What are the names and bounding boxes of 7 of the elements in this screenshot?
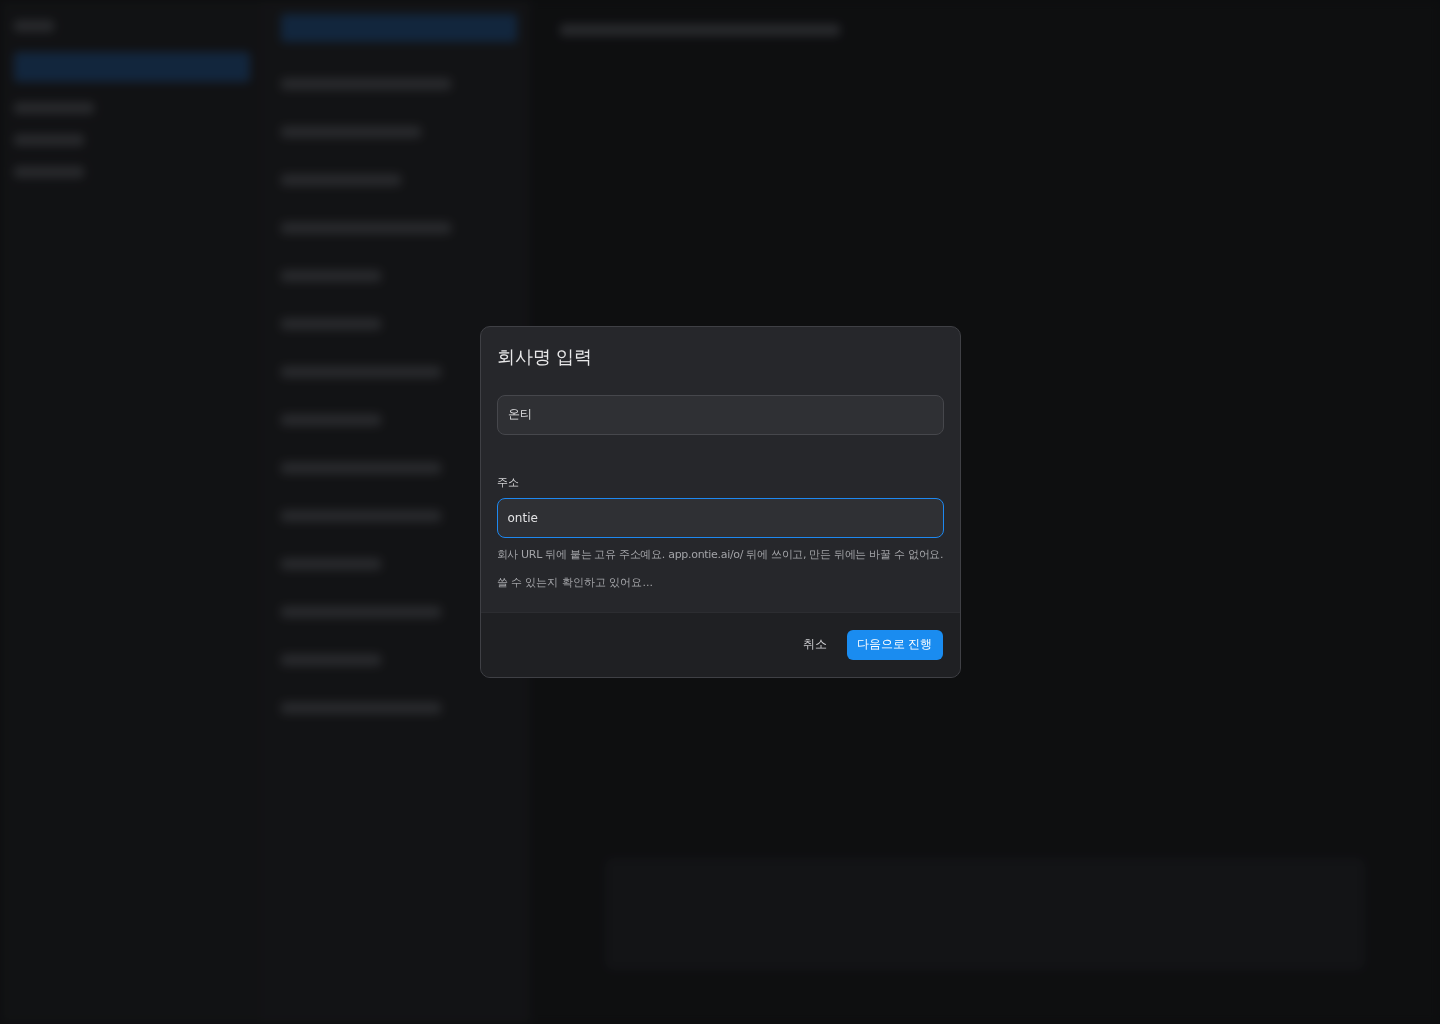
- address-field[interactable]: ontie: [496, 497, 944, 538]
- dialog-title: 회사명 입력: [496, 344, 594, 369]
- company-name-field[interactable]: 온티: [496, 394, 944, 435]
- cancel-button[interactable]: 취소: [792, 629, 837, 660]
- address-hint: 회사 URL 뒤에 붙는 고유 주소예요. app.ontie.ai/o/ 뒤에 쓰이고, 만든 뒤에는 바꿀 수 없어요.: [496, 546, 944, 562]
- address-label: 주소: [496, 474, 520, 490]
- availability-status: 쓸 수 있는지 확인하고 있어요...: [496, 574, 654, 590]
